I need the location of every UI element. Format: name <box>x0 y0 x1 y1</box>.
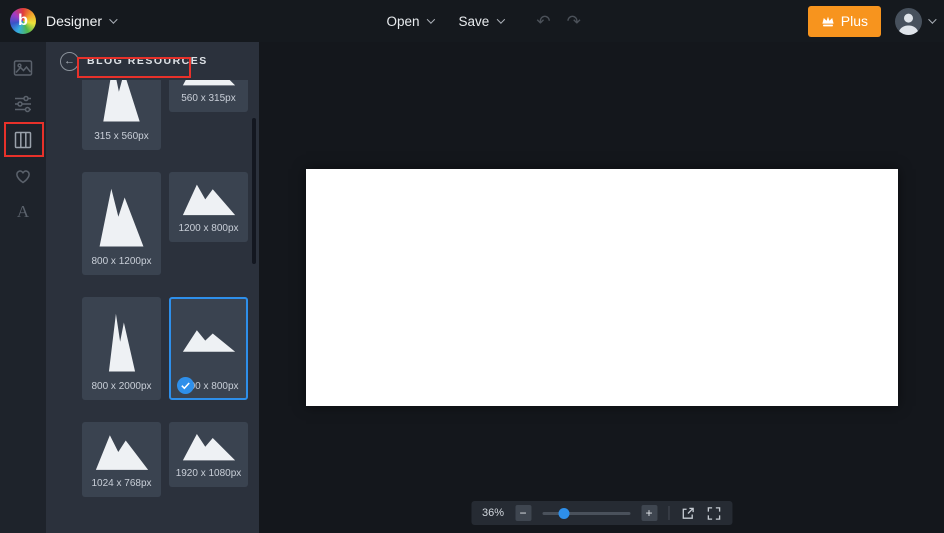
chevron-down-icon <box>109 15 118 24</box>
template-size-label: 315 x 560px <box>94 131 149 142</box>
user-icon <box>898 13 919 35</box>
toolbar-divider <box>668 506 670 520</box>
main-area: A ← BLOG RESOURCES 315 x 560px 560 x 315… <box>0 42 944 533</box>
zoom-toolbar: 36% − + <box>470 501 733 525</box>
befunky-logo-icon[interactable]: b <box>10 8 36 34</box>
zoom-slider-track <box>542 512 631 515</box>
account-menu[interactable] <box>895 7 937 35</box>
template-card[interactable]: 1200 x 800px <box>169 172 248 242</box>
mountain-icon <box>182 330 235 352</box>
template-thumbnail <box>94 430 150 472</box>
text-tool-icon: A <box>16 202 30 221</box>
template-thumbnail <box>181 430 237 462</box>
panel-title: BLOG RESOURCES <box>87 55 208 67</box>
scrollbar-thumb[interactable] <box>252 118 256 264</box>
topbar-right: Plus <box>807 5 937 37</box>
zoom-slider[interactable] <box>542 506 631 520</box>
template-card[interactable]: 315 x 560px <box>82 80 161 150</box>
template-thumbnail <box>181 80 237 87</box>
chevron-down-icon <box>496 15 505 24</box>
sidebar-item-favorites[interactable] <box>13 166 33 186</box>
open-menu-button[interactable]: Open <box>386 13 436 29</box>
panel-header: ← BLOG RESOURCES <box>46 42 259 80</box>
template-card[interactable]: 800 x 1200px <box>82 172 161 275</box>
panel-scroll: 315 x 560px 560 x 315px 800 x 1200px 120… <box>46 80 259 497</box>
mountain-icon <box>103 80 140 122</box>
sidebar-item-templates[interactable] <box>13 130 33 150</box>
back-arrow-icon: ← <box>64 54 75 67</box>
fit-screen-icon <box>707 506 720 520</box>
template-card[interactable]: 1920 x 1080px <box>169 422 248 487</box>
undo-icon[interactable]: ↶ <box>536 13 550 30</box>
app-mode-menu[interactable]: Designer <box>46 13 118 29</box>
sidebar-item-adjust[interactable] <box>13 94 33 114</box>
sliders-icon <box>15 95 31 113</box>
plus-icon: + <box>645 506 653 520</box>
zoom-level: 36% <box>481 507 505 519</box>
template-grid: 315 x 560px 560 x 315px 800 x 1200px 120… <box>82 80 259 497</box>
mountain-icon <box>108 313 135 372</box>
fit-screen-button[interactable] <box>706 506 721 521</box>
template-thumbnail <box>108 305 136 375</box>
redo-icon[interactable]: ↷ <box>567 13 581 30</box>
columns-icon <box>14 131 32 149</box>
template-thumbnail <box>102 80 141 125</box>
canvas-area: 36% − + <box>259 42 944 533</box>
preview-export-icon <box>682 507 694 519</box>
image-icon <box>13 60 33 76</box>
zoom-out-button[interactable]: − <box>515 505 532 521</box>
zoom-slider-knob[interactable] <box>558 508 570 519</box>
avatar <box>895 7 922 35</box>
upgrade-plus-button[interactable]: Plus <box>807 5 881 37</box>
designer-app: b Designer Open Save ↶ ↷ Plus A ← BLOG R… <box>0 0 944 533</box>
mountain-icon <box>182 434 235 461</box>
mountain-icon <box>182 184 235 216</box>
template-size-label: 800 x 1200px <box>91 256 152 267</box>
logo-letter: b <box>18 12 28 29</box>
minus-icon: − <box>519 506 527 520</box>
mountain-icon <box>182 80 235 86</box>
preview-button[interactable] <box>680 506 695 521</box>
template-card[interactable]: 560 x 315px <box>169 80 248 112</box>
topbar-center: Open Save ↶ ↷ <box>387 0 581 42</box>
sidebar-item-image[interactable] <box>13 58 33 78</box>
template-thumbnail <box>98 180 145 250</box>
design-canvas[interactable] <box>305 169 898 406</box>
sidebar-item-text[interactable]: A <box>13 202 33 222</box>
template-size-label: 1024 x 768px <box>91 478 152 489</box>
plus-label: Plus <box>840 13 868 29</box>
save-menu-button[interactable]: Save <box>458 13 505 29</box>
template-card[interactable]: 1024 x 768px <box>82 422 161 497</box>
template-size-label: 560 x 315px <box>181 93 236 104</box>
zoom-in-button[interactable]: + <box>641 505 658 521</box>
template-size-label: 800 x 2000px <box>91 381 152 392</box>
open-label: Open <box>386 13 420 29</box>
chevron-down-icon <box>928 15 937 24</box>
back-button[interactable]: ← <box>60 51 79 71</box>
history-controls: ↶ ↷ <box>536 13 581 30</box>
selected-check-icon <box>177 377 194 394</box>
chevron-down-icon <box>426 15 436 24</box>
topbar: b Designer Open Save ↶ ↷ Plus <box>0 0 944 42</box>
template-thumbnail <box>181 180 237 217</box>
templates-panel: ← BLOG RESOURCES 315 x 560px 560 x 315px <box>46 42 259 533</box>
heart-icon <box>16 170 30 184</box>
mountain-icon <box>95 435 148 470</box>
tool-rail: A <box>0 42 46 533</box>
mountain-icon <box>99 188 144 247</box>
template-card[interactable]: 800 x 2000px <box>82 297 161 400</box>
template-card[interactable]: 2000 x 800px <box>169 297 248 400</box>
panel-body: 315 x 560px 560 x 315px 800 x 1200px 120… <box>46 80 259 533</box>
template-size-label: 1200 x 800px <box>178 223 239 234</box>
template-size-label: 1920 x 1080px <box>175 468 242 479</box>
app-mode-label: Designer <box>46 13 103 29</box>
save-label: Save <box>458 13 490 29</box>
template-thumbnail <box>181 305 237 375</box>
crown-icon <box>822 16 834 26</box>
